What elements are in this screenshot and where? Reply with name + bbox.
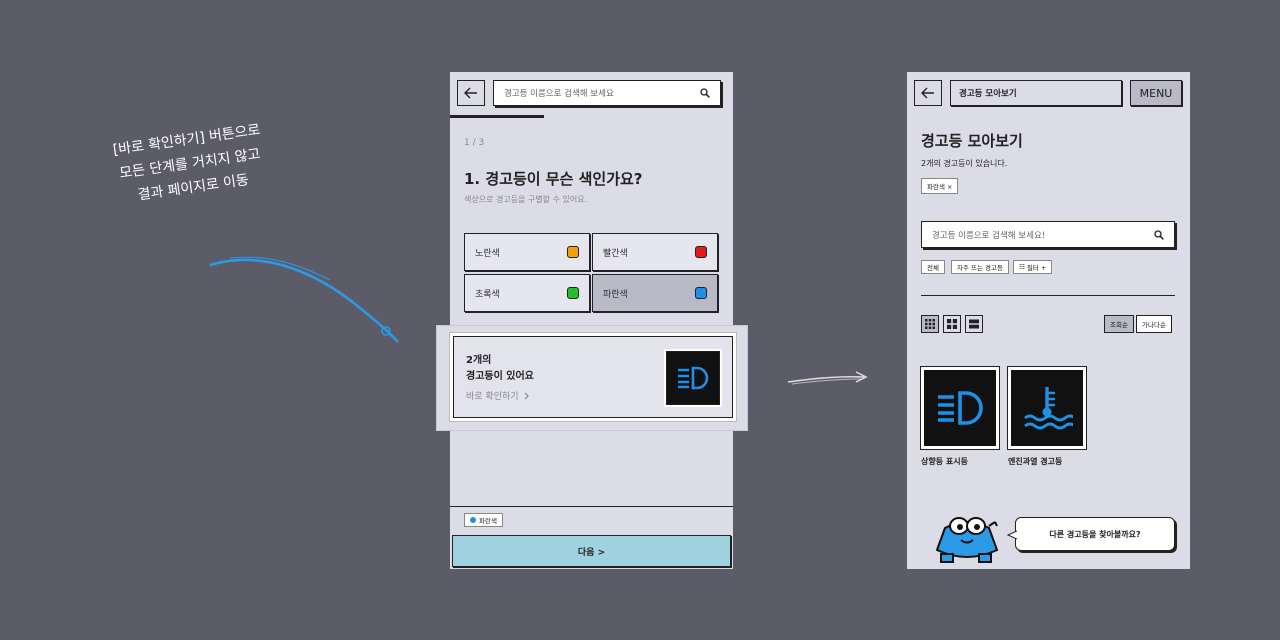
high-beam-icon <box>938 391 983 425</box>
page-title: 경고등 모아보기 <box>921 132 1023 150</box>
chevron-right-icon <box>524 392 529 399</box>
option-blue[interactable]: 파란색 <box>592 274 718 312</box>
back-button[interactable] <box>914 80 942 106</box>
color-dot <box>695 246 707 258</box>
swoosh-arrow-icon <box>209 256 399 343</box>
result-count-line1: 2개의 <box>466 355 492 366</box>
option-label: 노란색 <box>475 248 500 259</box>
list-icon <box>969 319 979 329</box>
speech-bubble-text: 다른 경고등을 찾아볼까요? <box>1049 529 1141 539</box>
color-dot <box>567 246 579 258</box>
filter-frequent-button[interactable]: 자주 뜨는 경고등 <box>951 260 1009 274</box>
mascot-character-icon <box>935 517 999 563</box>
selected-tag-label: 파란색 <box>479 517 497 525</box>
search-input[interactable]: 경고등 이름으로 검색해 보세요! <box>932 229 1045 241</box>
question-title: 1. 경고등이 무슨 색인가요? <box>464 170 643 188</box>
view-grid-3-button[interactable] <box>921 315 939 333</box>
filter-all-button[interactable]: 전체 <box>921 260 945 274</box>
option-label: 초록색 <box>475 289 500 300</box>
color-dot <box>567 287 579 299</box>
result-popup: 2개의 경고등이 있어요 바로 확인하기 <box>453 336 733 418</box>
filter-all-label: 전체 <box>927 264 939 272</box>
caption: [바로 확인하기] 버튼으로 모든 단계를 거치지 않고 결과 페이지로 이동 <box>66 112 314 217</box>
back-button[interactable] <box>457 80 485 106</box>
engine-temperature-icon <box>1024 387 1073 430</box>
color-dot <box>470 517 476 523</box>
high-beam-icon <box>678 366 709 390</box>
check-now-link[interactable]: 바로 확인하기 <box>466 389 531 402</box>
flow-arrow-icon <box>787 371 868 385</box>
option-yellow[interactable]: 노란색 <box>464 233 590 271</box>
card-label: 엔진과열 경고등 <box>1008 457 1063 466</box>
filter-frequent-label: 자주 뜨는 경고등 <box>957 264 1003 272</box>
active-filter-label: 파란색 × <box>927 183 953 191</box>
progress-fill <box>450 115 544 118</box>
search-icon[interactable] <box>1154 229 1164 240</box>
menu-label: MENU <box>1139 86 1173 100</box>
selected-color-tag: 파란색 <box>464 513 503 527</box>
search-input[interactable]: 경고등 이름으로 검색해 보세요 <box>504 87 614 99</box>
menu-button[interactable]: MENU <box>1130 80 1182 106</box>
filter-more-button[interactable]: ☷ 필터 + <box>1013 260 1053 274</box>
option-red[interactable]: 빨간색 <box>592 233 718 271</box>
check-now-label: 바로 확인하기 <box>466 392 519 402</box>
speech-bubble[interactable]: 다른 경고등을 찾아볼까요? <box>1015 517 1175 551</box>
card-high-beam[interactable] <box>921 367 999 449</box>
high-beam-thumbnail <box>666 351 720 405</box>
grid-3-icon <box>925 319 935 329</box>
canvas: { "caption": { "line1": "[바로 확인하기] 버튼으로"… <box>0 0 1280 640</box>
grid-2-icon <box>947 319 957 329</box>
section-divider <box>921 295 1175 296</box>
header-title: 경고등 모아보기 <box>959 89 1017 99</box>
results-screen: 경고등 모아보기 MENU 경고등 모아보기 2개의 경고등이 있습니다. 파란… <box>907 72 1190 569</box>
sort-alpha-button[interactable]: 가나다순 <box>1136 315 1172 333</box>
arrow-left-icon <box>921 87 934 99</box>
option-label: 빨간색 <box>603 248 628 259</box>
filter-more-label: 필터 + <box>1026 264 1047 272</box>
search-icon[interactable] <box>700 88 710 98</box>
question-screen: 경고등 이름으로 검색해 보세요 1 / 3 1. 경고등이 무슨 색인가요? … <box>450 72 733 569</box>
view-grid-2-button[interactable] <box>943 315 961 333</box>
option-label: 파란색 <box>603 289 628 300</box>
question-subtitle: 색상으로 경고등을 구별할 수 있어요. <box>464 195 588 204</box>
sort-alpha-label: 가나다순 <box>1142 321 1166 329</box>
result-count-line2: 경고등이 있어요 <box>466 371 534 382</box>
view-list-button[interactable] <box>965 315 983 333</box>
card-label: 상향등 표시등 <box>921 457 968 466</box>
sort-views-label: 조회순 <box>1110 321 1128 329</box>
card-engine-temperature[interactable] <box>1008 367 1086 449</box>
footer-divider <box>450 506 733 507</box>
sort-views-button[interactable]: 조회순 <box>1104 315 1134 333</box>
next-button[interactable]: 다음 > <box>452 535 731 567</box>
option-green[interactable]: 초록색 <box>464 274 590 312</box>
progress-track <box>450 115 733 118</box>
arrow-left-icon <box>464 87 477 99</box>
active-filter-chip[interactable]: 파란색 × <box>921 178 959 194</box>
speech-bubble-tail <box>1007 530 1017 540</box>
step-indicator: 1 / 3 <box>464 138 485 148</box>
search-box[interactable]: 경고등 이름으로 검색해 보세요! <box>921 221 1175 248</box>
color-dot <box>695 287 707 299</box>
search-box[interactable]: 경고등 이름으로 검색해 보세요 <box>493 80 721 106</box>
result-count: 2개의 경고등이 있습니다. <box>921 159 1008 168</box>
header-title-box: 경고등 모아보기 <box>950 80 1122 106</box>
filter-icon: ☷ <box>1019 263 1025 271</box>
next-button-label: 다음 > <box>577 547 606 558</box>
